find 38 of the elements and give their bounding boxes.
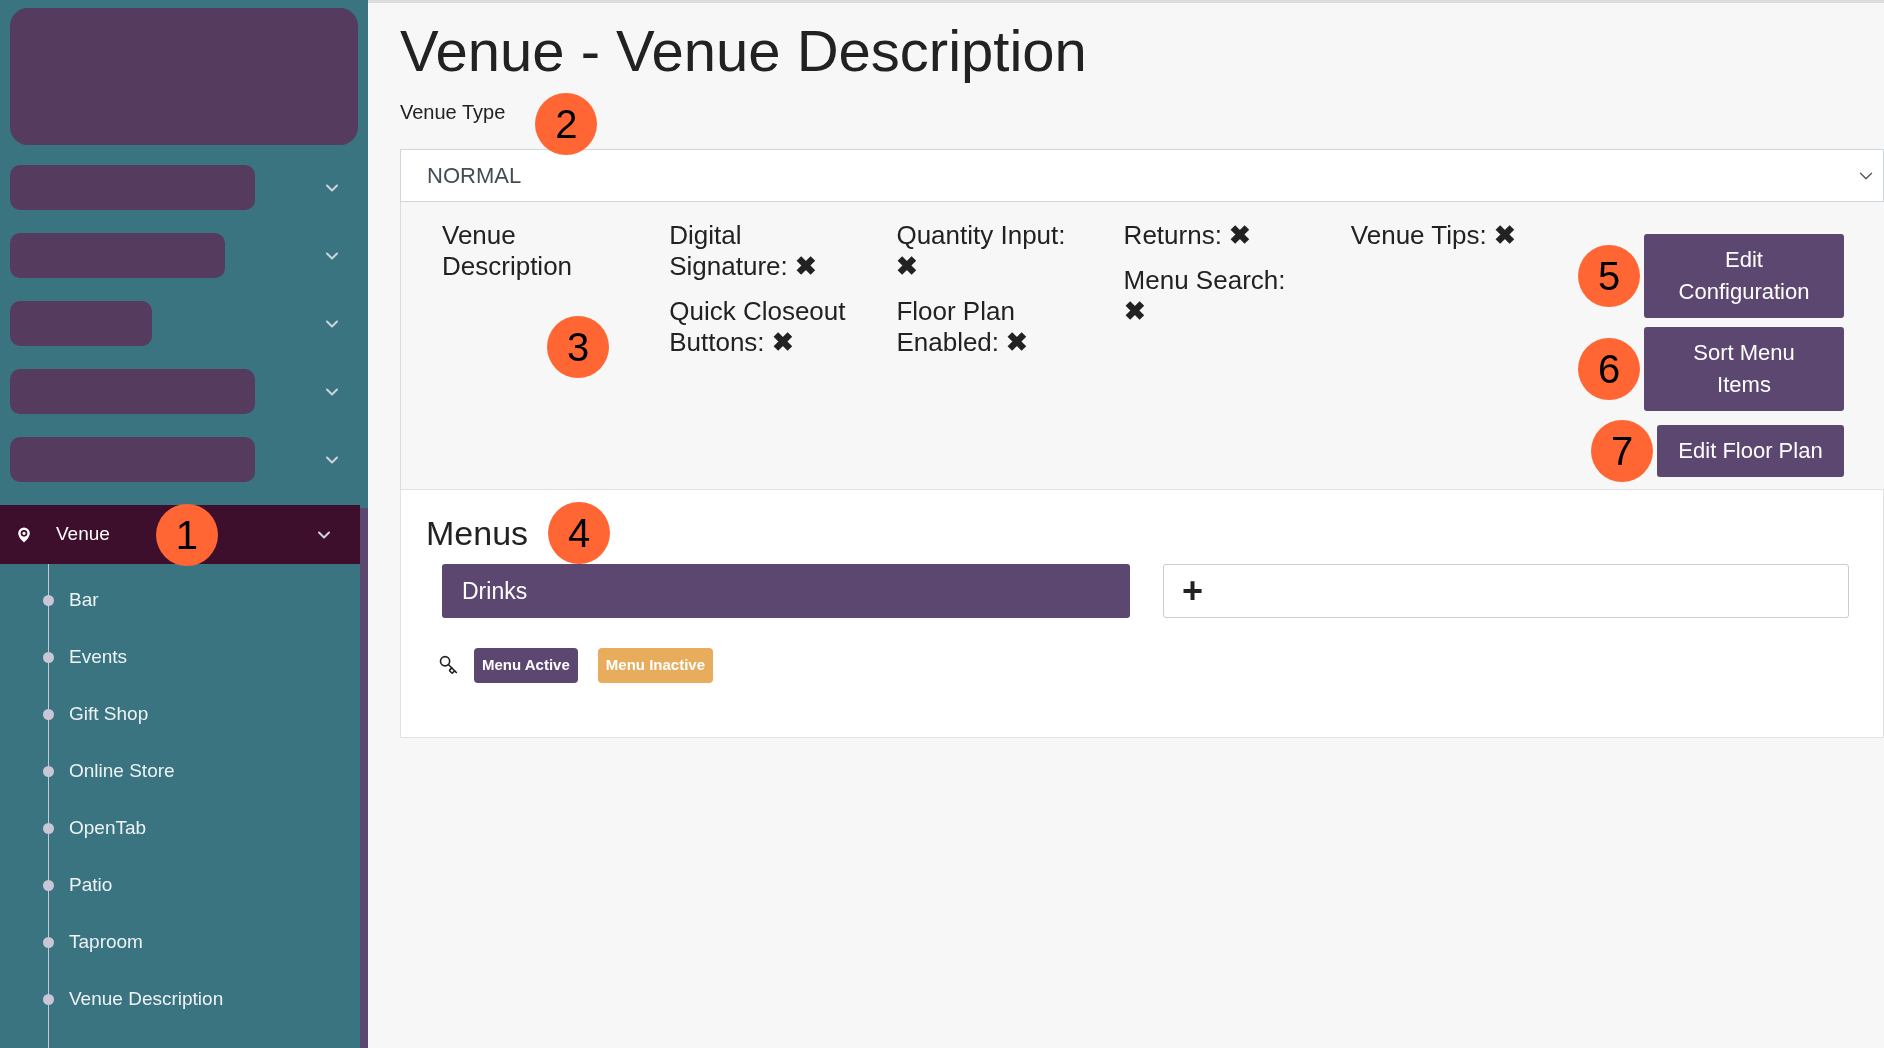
nav-subitem[interactable]: Events: [69, 643, 128, 672]
callout-marker: 2: [535, 93, 598, 155]
venue-type-select[interactable]: NORMAL: [400, 149, 1884, 202]
nav-subitem[interactable]: Patio: [69, 871, 113, 900]
setting-text: Quick Closeout Buttons: ✖: [669, 296, 847, 358]
key-icon: [438, 655, 458, 676]
section-title: Menus: [426, 513, 529, 553]
callout-marker: 3: [547, 316, 609, 378]
legend-badge: Menu Active: [474, 648, 578, 683]
setting-text: Digital Signature: ✖: [669, 220, 818, 282]
field-label: Venue Type: [400, 100, 506, 125]
callout-marker: 7: [1591, 420, 1653, 482]
nav-subitem[interactable]: OpenTab: [69, 814, 147, 843]
nav-label: Venue: [56, 522, 110, 547]
callout-marker: 6: [1578, 338, 1640, 400]
callout-marker: 1: [155, 503, 218, 566]
action-button[interactable]: Edit Configuration: [1644, 234, 1844, 318]
legend-badge: Menu Inactive: [597, 648, 713, 683]
nav-subitem[interactable]: Online Store: [69, 757, 175, 786]
setting-text: Venue Tips: ✖: [1350, 220, 1517, 251]
callout-marker: 5: [1578, 245, 1640, 307]
add-menu-button[interactable]: +: [1163, 564, 1849, 618]
callout-marker: 4: [548, 502, 611, 564]
nav-subitem[interactable]: Gift Shop: [69, 700, 149, 729]
setting-text: Venue Description: [442, 220, 574, 282]
map-pin-icon: [14, 524, 34, 545]
nav-subitem[interactable]: Taproom: [69, 928, 143, 957]
menu-button[interactable]: Drinks: [442, 564, 1130, 618]
nav-item[interactable]: Venue 1: [0, 505, 360, 564]
nav-subitem[interactable]: Venue Description: [69, 985, 224, 1014]
setting-text: Floor Plan Enabled: ✖: [896, 296, 1030, 358]
setting-text: Returns: ✖: [1123, 220, 1253, 251]
page-title: Venue - Venue Description: [400, 17, 1088, 85]
nav-subitem[interactable]: Bar: [69, 586, 99, 615]
action-button[interactable]: Edit Floor Plan: [1657, 425, 1844, 477]
setting-text: Menu Search: ✖: [1123, 265, 1287, 327]
action-button[interactable]: Sort Menu Items: [1644, 327, 1844, 411]
setting-text: Quantity Input: ✖: [896, 220, 1067, 282]
